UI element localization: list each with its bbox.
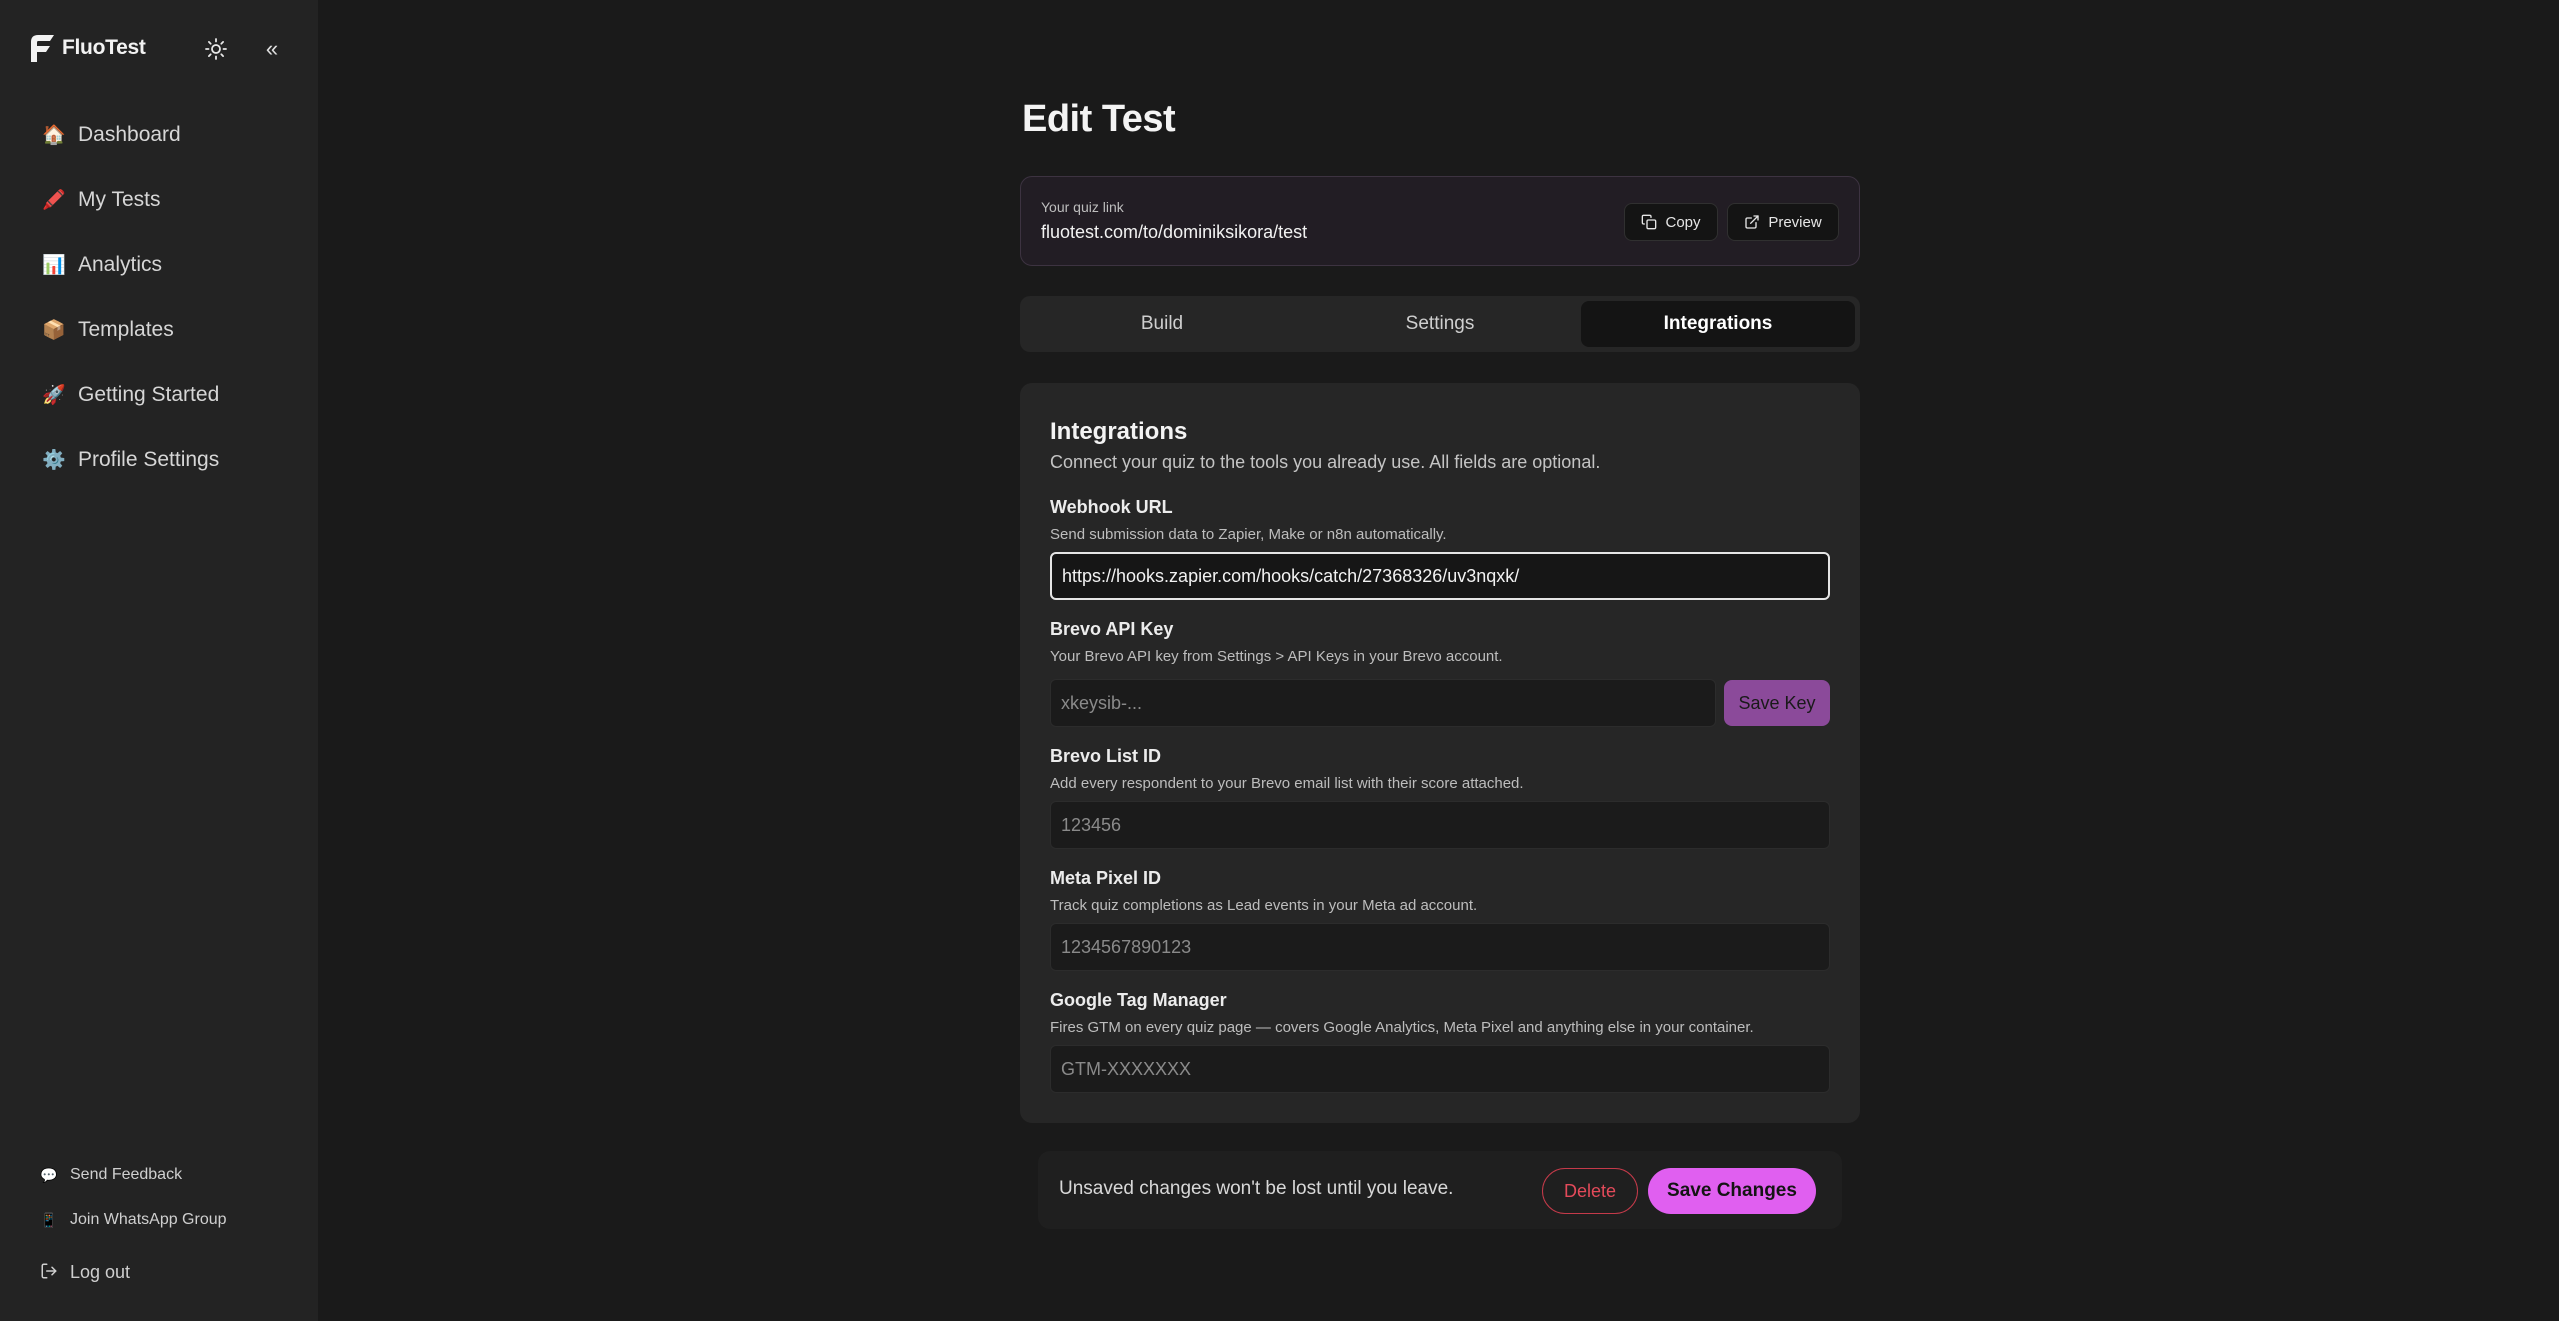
- house-icon: 🏠: [42, 125, 66, 146]
- sidebar-item-my-tests[interactable]: 🖍️ My Tests: [24, 175, 294, 225]
- webhook-url-label: Webhook URL: [1050, 497, 1173, 517]
- logout-label: Log out: [70, 1261, 131, 1282]
- save-changes-button[interactable]: Save Changes: [1648, 1168, 1816, 1214]
- sidebar-item-label: Getting Started: [78, 383, 220, 406]
- sidebar-item-label: Profile Settings: [78, 448, 220, 471]
- copy-icon: [1642, 214, 1657, 230]
- save-key-button[interactable]: Save Key: [1724, 680, 1830, 726]
- bar-chart-icon: 📊: [42, 255, 66, 276]
- delete-button[interactable]: Delete: [1542, 1168, 1638, 1214]
- sidebar-item-label: My Tests: [78, 188, 161, 211]
- preview-label: Preview: [1768, 213, 1822, 231]
- integrations-card: Integrations Connect your quiz to the to…: [1020, 383, 1860, 1123]
- phone-icon: 📱: [40, 1211, 58, 1228]
- fluotest-logo-icon: [28, 31, 58, 65]
- sidebar-nav: 🏠 Dashboard 🖍️ My Tests 📊 Analytics 📦 Te…: [24, 110, 294, 500]
- copy-label: Copy: [1665, 213, 1701, 231]
- webhook-url-input[interactable]: [1050, 552, 1830, 600]
- sidebar: FluoTest « 🏠 Dashboard 🖍️ My Tests 📊 Ana…: [0, 0, 318, 1321]
- copy-button[interactable]: Copy: [1624, 203, 1718, 241]
- meta-pixel-id-label: Meta Pixel ID: [1050, 868, 1162, 888]
- quiz-link-box: Your quiz link fluotest.com/to/dominiksi…: [1020, 176, 1860, 266]
- sidebar-item-label: Dashboard: [78, 123, 181, 146]
- logout-icon: [40, 1262, 60, 1283]
- sidebar-item-dashboard[interactable]: 🏠 Dashboard: [24, 110, 294, 160]
- double-chevron-left-icon: «: [265, 36, 279, 61]
- sidebar-item-analytics[interactable]: 📊 Analytics: [24, 240, 294, 290]
- page-title: Edit Test: [1022, 98, 1176, 140]
- theme-toggle-button[interactable]: [200, 33, 232, 65]
- preview-button[interactable]: Preview: [1727, 203, 1839, 241]
- sun-icon: [205, 38, 227, 60]
- sidebar-item-label: Templates: [78, 318, 174, 341]
- google-tag-manager-help: Fires GTM on every quiz page — covers Go…: [1050, 1019, 1754, 1036]
- main-content: Edit Test Your quiz link fluotest.com/to…: [318, 0, 2559, 1321]
- meta-pixel-id-help: Track quiz completions as Lead events in…: [1050, 897, 1478, 914]
- brevo-list-id-label: Brevo List ID: [1050, 746, 1162, 766]
- tab-integrations[interactable]: Integrations: [1581, 301, 1855, 347]
- rocket-icon: 🚀: [42, 385, 66, 406]
- brevo-api-key-label: Brevo API Key: [1050, 619, 1174, 639]
- tab-build[interactable]: Build: [1025, 301, 1299, 347]
- brevo-api-key-input[interactable]: [1050, 679, 1716, 727]
- tab-settings[interactable]: Settings: [1303, 301, 1577, 347]
- join-whatsapp-label: Join WhatsApp Group: [70, 1211, 227, 1228]
- brand-name: FluoTest: [62, 36, 146, 59]
- gear-icon: ⚙️: [42, 450, 66, 471]
- quiz-link-url: fluotest.com/to/dominiksikora/test: [1041, 222, 1308, 242]
- send-feedback-link[interactable]: 💬 Send Feedback: [40, 1160, 300, 1190]
- integrations-title: Integrations: [1050, 418, 1188, 445]
- webhook-url-help: Send submission data to Zapier, Make or …: [1050, 526, 1447, 543]
- tab-bar: Build Settings Integrations: [1020, 296, 1860, 352]
- collapse-sidebar-button[interactable]: «: [258, 33, 286, 65]
- join-whatsapp-link[interactable]: 📱 Join WhatsApp Group: [40, 1205, 300, 1235]
- speech-bubble-icon: 💬: [40, 1166, 58, 1183]
- sidebar-item-profile-settings[interactable]: ⚙️ Profile Settings: [24, 435, 294, 485]
- brevo-api-key-help: Your Brevo API key from Settings > API K…: [1050, 648, 1503, 665]
- google-tag-manager-input[interactable]: [1050, 1045, 1830, 1093]
- save-bar: Unsaved changes won't be lost until you …: [1038, 1151, 1842, 1229]
- quiz-link-caption: Your quiz link: [1041, 199, 1124, 215]
- unsaved-changes-message: Unsaved changes won't be lost until you …: [1059, 1178, 1454, 1199]
- sidebar-item-label: Analytics: [78, 253, 163, 276]
- sidebar-item-templates[interactable]: 📦 Templates: [24, 305, 294, 355]
- crayon-icon: 🖍️: [42, 190, 66, 211]
- brevo-list-id-input[interactable]: [1050, 801, 1830, 849]
- sidebar-footer: 💬 Send Feedback 📱 Join WhatsApp Group Lo…: [40, 1160, 300, 1287]
- brand[interactable]: FluoTest: [28, 30, 146, 66]
- integrations-subtitle: Connect your quiz to the tools you alrea…: [1050, 452, 1601, 472]
- send-feedback-label: Send Feedback: [70, 1166, 183, 1183]
- brevo-list-id-help: Add every respondent to your Brevo email…: [1050, 775, 1524, 792]
- external-link-icon: [1745, 215, 1759, 229]
- package-icon: 📦: [42, 320, 66, 341]
- sidebar-item-getting-started[interactable]: 🚀 Getting Started: [24, 370, 294, 420]
- google-tag-manager-label: Google Tag Manager: [1050, 990, 1227, 1010]
- logout-button[interactable]: Log out: [40, 1257, 300, 1287]
- meta-pixel-id-input[interactable]: [1050, 923, 1830, 971]
